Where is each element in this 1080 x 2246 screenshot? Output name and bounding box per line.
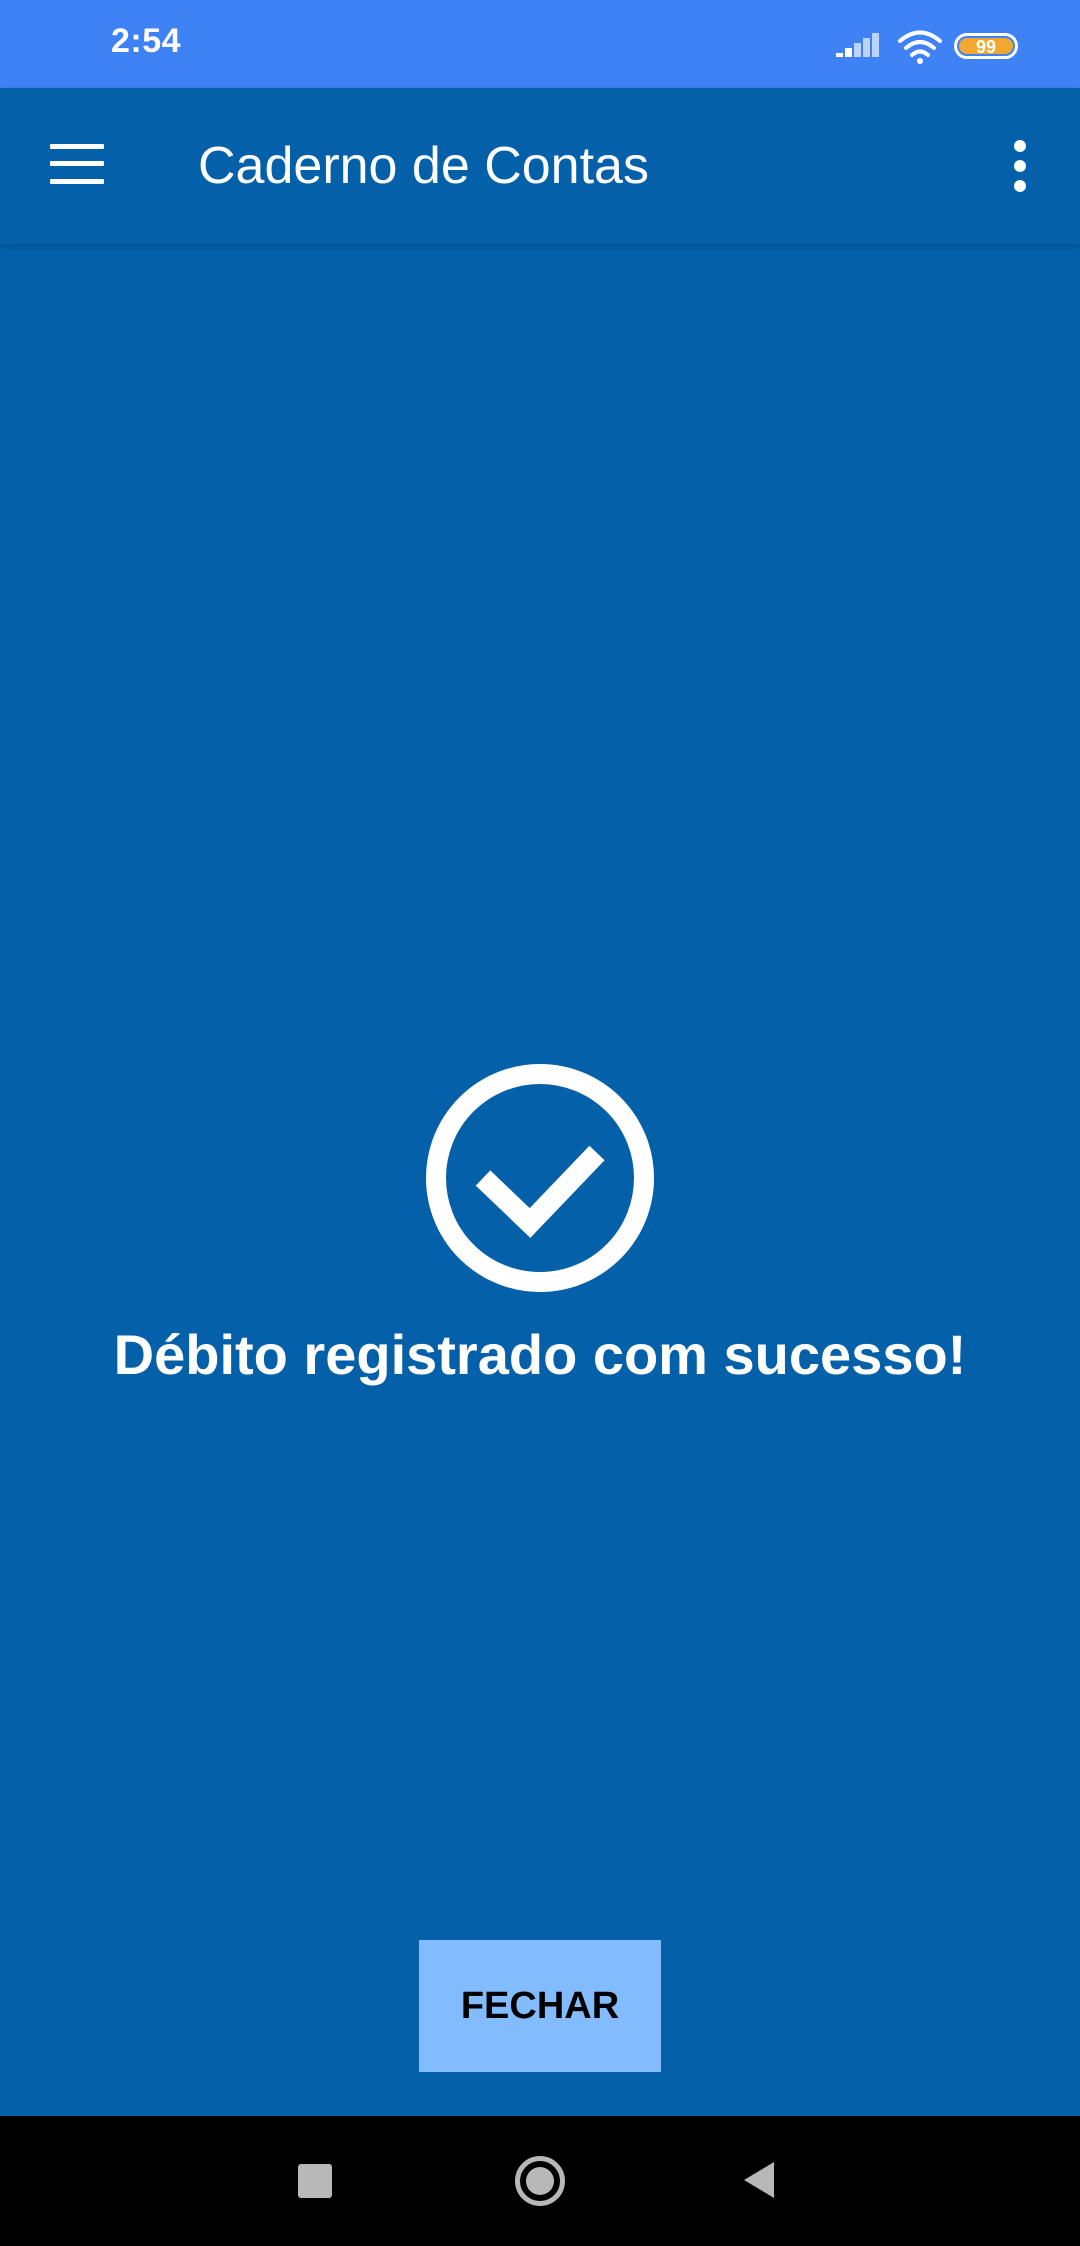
status-bar: 2:54 99	[0, 0, 1080, 88]
check-circle-icon	[426, 1064, 654, 1292]
battery-icon: 99	[954, 33, 1018, 59]
close-button[interactable]: FECHAR	[419, 1940, 661, 2072]
signal-icon	[836, 33, 879, 57]
back-icon[interactable]	[742, 2160, 776, 2200]
nav-bar	[0, 2116, 1080, 2246]
page-title: Caderno de Contas	[198, 137, 649, 195]
more-vert-icon[interactable]	[1008, 140, 1032, 192]
app-bar: Caderno de Contas	[0, 88, 1080, 244]
status-time: 2:54	[111, 22, 182, 60]
wifi-icon	[898, 30, 942, 64]
menu-icon[interactable]	[50, 144, 104, 184]
success-message: Débito registrado com sucesso!	[113, 1323, 967, 1386]
battery-level: 99	[959, 38, 1013, 56]
recents-icon[interactable]	[298, 2164, 332, 2198]
home-icon[interactable]	[515, 2156, 565, 2206]
